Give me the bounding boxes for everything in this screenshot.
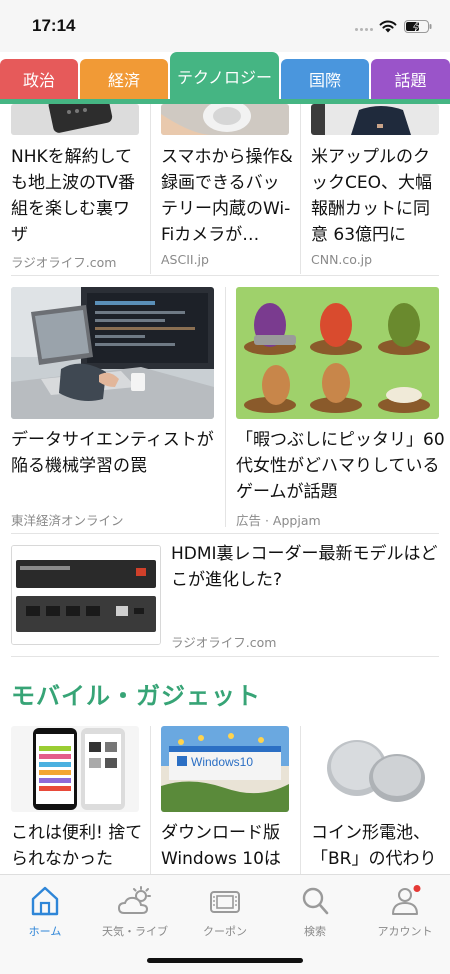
tab-economy[interactable]: 経済 xyxy=(80,59,168,99)
article-thumbnail xyxy=(311,104,439,135)
tab-topics[interactable]: 話題 xyxy=(371,59,450,99)
tab-international[interactable]: 国際 xyxy=(281,59,369,99)
nav-coupon[interactable]: クーポン xyxy=(180,885,270,945)
article-title[interactable]: NHKを解約しても地上波のTV番組を楽しむ裏ワザ xyxy=(11,144,145,248)
article-thumbnail[interactable] xyxy=(236,287,439,419)
laptop-workspace-image xyxy=(11,287,214,419)
nav-label: クーポン xyxy=(203,925,247,938)
home-indicator[interactable] xyxy=(147,958,303,963)
notification-badge xyxy=(413,885,421,892)
status-bar: 17:14 xyxy=(0,0,450,52)
tab-technology[interactable]: テクノロジー xyxy=(170,52,279,100)
article-source: 広告 · Appjam xyxy=(236,513,321,528)
article-title[interactable]: HDMI裏レコーダー最新モデルはどこが進化した? xyxy=(171,541,443,593)
nav-label: 天気・ライブ xyxy=(102,925,168,938)
article-thumbnail[interactable] xyxy=(11,726,139,812)
battery-charging-icon xyxy=(404,20,432,33)
column-divider xyxy=(225,287,226,527)
article-thumbnail[interactable] xyxy=(11,545,161,645)
column-divider xyxy=(150,104,151,274)
coin-battery-image xyxy=(311,726,439,812)
tab-politics[interactable]: 政治 xyxy=(0,59,78,99)
nav-home[interactable]: ホーム xyxy=(0,885,90,945)
status-time: 17:14 xyxy=(32,16,76,35)
weather-icon xyxy=(117,886,151,914)
article-thumbnail[interactable]: Windows10 xyxy=(161,726,289,812)
nav-search[interactable]: 検索 xyxy=(270,885,360,945)
remote-control-image xyxy=(11,104,139,135)
signal-dots-icon xyxy=(355,28,375,32)
home-icon xyxy=(31,886,59,916)
ceo-photo-image xyxy=(311,104,439,135)
search-icon xyxy=(302,887,329,915)
article-title[interactable]: データサイエンティストが陥る機械学習の罠 xyxy=(11,427,221,479)
article-source: 東洋経済オンライン xyxy=(11,513,124,528)
article-source: CNN.co.jp xyxy=(311,252,373,267)
nav-account[interactable]: アカウント xyxy=(360,885,450,945)
column-divider xyxy=(150,726,151,874)
article-source: ASCII.jp xyxy=(161,252,209,267)
article-source: ラジオライフ.com xyxy=(11,255,117,270)
camera-hand-image xyxy=(161,104,289,135)
coupon-icon xyxy=(210,891,240,913)
windows10-cake-image: Windows10 xyxy=(161,726,289,812)
article-thumbnail[interactable] xyxy=(311,726,439,812)
nav-label: 検索 xyxy=(304,925,326,938)
article-title[interactable]: 米アップルのクックCEO、大幅報酬カットに同意 63億円に xyxy=(311,144,445,248)
row-divider xyxy=(11,656,439,657)
phone-apps-image xyxy=(11,726,139,812)
article-thumbnail xyxy=(11,104,139,135)
nav-weather-live[interactable]: 天気・ライブ xyxy=(90,885,180,945)
article-title[interactable]: スマホから操作&録画できるバッテリー内蔵のWi-Fiカメラが… xyxy=(161,144,295,248)
article-title[interactable]: これは便利! 捨てられなかった xyxy=(11,820,145,872)
account-icon xyxy=(392,885,421,915)
column-divider xyxy=(300,726,301,874)
article-thumbnail xyxy=(161,104,289,135)
article-source: ラジオライフ.com xyxy=(171,635,277,650)
nav-label: ホーム xyxy=(28,925,62,938)
section-title: モバイル・ガジェット xyxy=(11,682,261,710)
wifi-icon xyxy=(379,20,397,33)
game-ad-image xyxy=(236,287,439,419)
column-divider xyxy=(300,104,301,274)
hdmi-recorder-image xyxy=(12,546,160,644)
article-title[interactable]: ダウンロード版 Windows 10は xyxy=(161,820,295,872)
row-divider xyxy=(11,275,439,276)
windows-logo-text: Windows10 xyxy=(191,755,253,769)
row-divider xyxy=(11,533,439,534)
article-title[interactable]: 「暇つぶしにピッタリ」60代女性がどハマりしているゲームが話題 xyxy=(236,427,446,505)
nav-label: アカウント xyxy=(377,925,433,938)
article-thumbnail[interactable] xyxy=(11,287,214,419)
